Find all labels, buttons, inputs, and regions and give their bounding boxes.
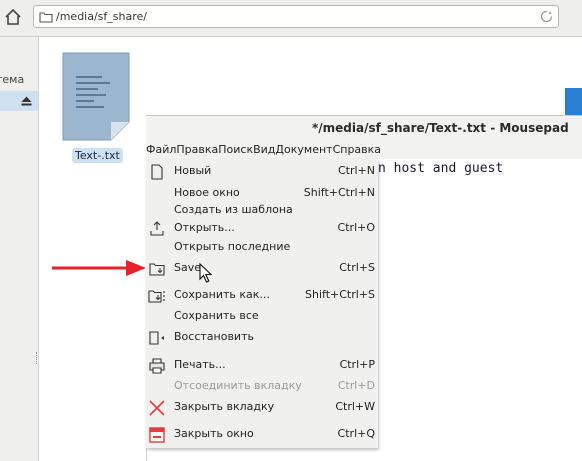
menu-item-open[interactable]: Открыть... Ctrl+O (146, 218, 378, 238)
menu-item-revert[interactable]: Восстановить (146, 327, 378, 347)
menu-file[interactable]: Файл (146, 141, 176, 159)
close-tab-icon (149, 400, 165, 416)
file-menu-dropdown: Новый Ctrl+N Новое окно Shift+Ctrl+N Соз… (146, 159, 378, 448)
file-manager-toolbar: /media/sf_share/ (0, 0, 582, 37)
new-document-icon (151, 164, 163, 180)
eject-icon[interactable] (21, 96, 32, 106)
file-name-label[interactable]: Text-.txt (72, 148, 123, 163)
menu-edit[interactable]: Правка (176, 141, 218, 159)
menu-item-close-tab[interactable]: Закрыть вкладку Ctrl+W (146, 397, 378, 417)
menu-item-new[interactable]: Новый Ctrl+N (146, 161, 378, 181)
sidebar-item-selected[interactable] (0, 91, 38, 111)
home-icon (5, 8, 21, 25)
save-icon (149, 263, 165, 276)
places-sidebar: тема (0, 37, 39, 461)
revert-icon (149, 331, 164, 345)
location-path: /media/sf_share/ (56, 10, 147, 23)
menu-item-close-window[interactable]: Закрыть окно Ctrl+Q (146, 424, 378, 444)
pane-resize-grip[interactable] (36, 352, 38, 364)
annotation-arrow-icon (52, 260, 146, 276)
mousepad-menubar: ФайлПравкаПоискВидДокументСправка (146, 141, 582, 160)
menu-item-new-from-template[interactable]: Создать из шаблона (146, 200, 378, 220)
mousepad-titlebar[interactable]: */media/sf_share/Text-.txt - Mousepad (146, 115, 582, 142)
home-button[interactable] (2, 6, 24, 28)
print-icon (149, 358, 165, 374)
window-title: */media/sf_share/Text-.txt - Mousepad (312, 121, 569, 135)
mouse-cursor-icon (199, 263, 213, 283)
sidebar-item-label: тема (0, 73, 25, 86)
file-icon-item[interactable] (62, 52, 132, 145)
menu-document[interactable]: Документ (275, 141, 332, 159)
text-file-icon (62, 52, 130, 141)
folder-icon (39, 12, 53, 23)
open-icon (150, 221, 164, 236)
menu-view[interactable]: Вид (253, 141, 275, 159)
menu-item-open-recent[interactable]: Открыть последние (146, 237, 378, 257)
menu-item-save[interactable]: Save Ctrl+S (146, 258, 378, 278)
close-window-icon (149, 427, 165, 443)
menu-item-print[interactable]: Печать... Ctrl+P (146, 355, 378, 375)
location-bar[interactable]: /media/sf_share/ (33, 5, 559, 28)
menu-help[interactable]: Справка (333, 141, 381, 159)
reload-icon[interactable] (539, 9, 554, 24)
menu-item-save-as[interactable]: Сохранить как... Shift+Ctrl+S (146, 285, 378, 305)
editor-text: n host and guest (378, 161, 504, 176)
menu-search[interactable]: Поиск (218, 141, 253, 159)
save-as-icon (148, 290, 165, 303)
menu-item-detach-tab[interactable]: Отсоединить вкладку Ctrl+D (146, 376, 378, 396)
menu-item-save-all[interactable]: Сохранить все (146, 306, 378, 326)
